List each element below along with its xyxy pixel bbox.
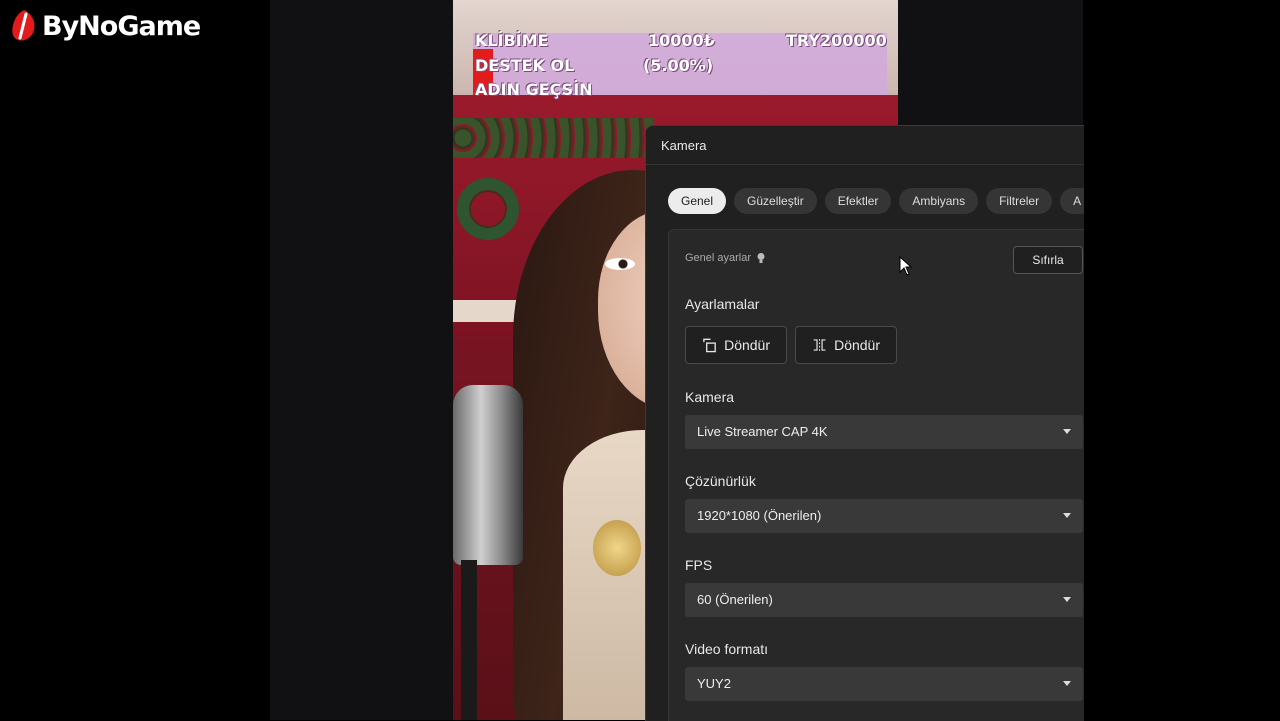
resolution-label: Çözünürlük	[685, 473, 756, 489]
chevron-down-icon	[1063, 513, 1071, 518]
bynogame-logo-icon	[12, 10, 35, 41]
reset-button[interactable]: Sıfırla	[1013, 246, 1083, 274]
tab-filtreler[interactable]: Filtreler	[986, 188, 1053, 214]
mouse-cursor-icon	[899, 256, 913, 276]
panel-title: Kamera	[661, 138, 707, 153]
microphone	[453, 385, 523, 565]
adjust-label: Ayarlamalar	[685, 296, 760, 312]
chevron-down-icon	[1063, 597, 1071, 602]
video-format-select[interactable]: YUY2	[685, 667, 1083, 701]
fps-label: FPS	[685, 557, 713, 573]
info-bulb-icon[interactable]	[756, 252, 766, 264]
resolution-select[interactable]: 1920*1080 (Önerilen)	[685, 499, 1083, 533]
flip-button[interactable]: Döndür	[795, 326, 897, 364]
tab-ambiyans[interactable]: Ambiyans	[899, 188, 979, 214]
rotate-button[interactable]: Döndür	[685, 326, 787, 364]
tab-truncated[interactable]: A	[1060, 188, 1084, 214]
overlay-row1-right: TRY200000	[786, 31, 887, 50]
rotate-label: Döndür	[724, 337, 770, 353]
overlay-row2-mid: (5.00%)	[643, 56, 714, 75]
camera-settings-panel: Kamera Genel Güzelleştir Efektler Ambiya…	[645, 125, 1084, 721]
section-header: Genel ayarlar	[685, 252, 766, 264]
brand-name: ByNoGame	[42, 10, 201, 42]
camera-select[interactable]: Live Streamer CAP 4K	[685, 415, 1083, 449]
garland-decoration	[453, 118, 653, 158]
chevron-down-icon	[1063, 429, 1071, 434]
tab-efektler[interactable]: Efektler	[824, 188, 892, 214]
overlay-row3-left: ADIN GEÇSİN	[475, 80, 593, 99]
bynogame-logo: ByNoGame	[10, 8, 201, 44]
fps-value: 60 (Önerilen)	[697, 592, 773, 607]
overlay-row2-left: DESTEK OL	[475, 56, 575, 75]
video-format-value: YUY2	[697, 676, 731, 691]
flip-icon	[813, 339, 826, 351]
camera-label: Kamera	[685, 389, 735, 405]
fps-select[interactable]: 60 (Önerilen)	[685, 583, 1083, 617]
tab-genel[interactable]: Genel	[668, 188, 727, 214]
settings-content: Genel ayarlar Sıfırla Ayarlamalar Döndür…	[668, 229, 1084, 721]
wreath-decoration	[457, 178, 519, 240]
overlay-row1-left: KLİBİME	[475, 31, 549, 50]
tab-guzellestir[interactable]: Güzelleştir	[734, 188, 817, 214]
overlay-row1-mid: 10000₺	[648, 31, 715, 50]
tab-bar: Genel Güzelleştir Efektler Ambiyans Filt…	[668, 188, 1084, 214]
camera-value: Live Streamer CAP 4K	[697, 424, 828, 439]
resolution-value: 1920*1080 (Önerilen)	[697, 508, 822, 523]
section-label: Genel ayarlar	[685, 252, 752, 264]
video-format-label: Video formatı	[685, 641, 769, 657]
flip-label: Döndür	[834, 337, 880, 353]
rotate-icon	[703, 338, 716, 353]
chevron-down-icon	[1063, 681, 1071, 686]
